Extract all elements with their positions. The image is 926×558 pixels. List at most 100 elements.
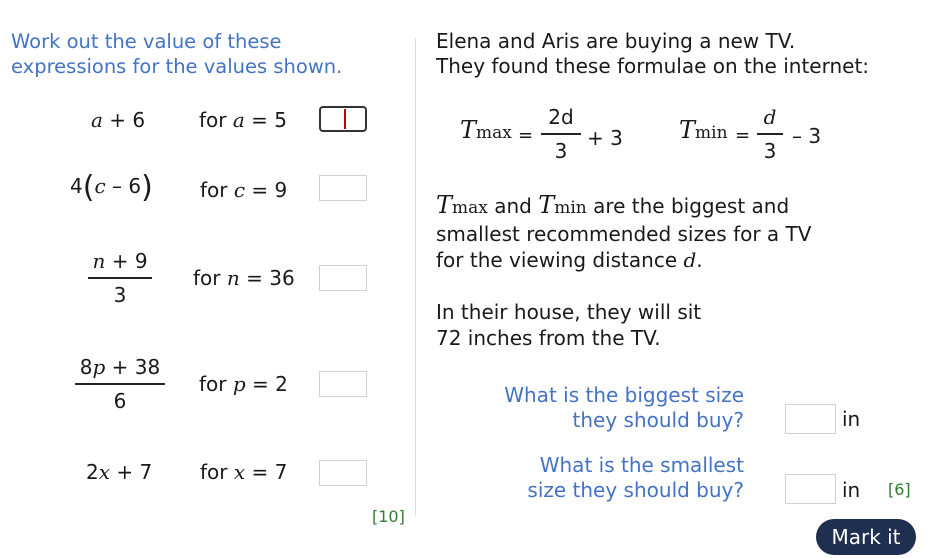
q5-expression: 2x + 7 xyxy=(86,460,152,484)
description: Tmax and Tmin are the biggest and smalle… xyxy=(436,192,811,273)
desc-line-3: for the viewing distance d. xyxy=(436,247,811,273)
house-line-2: 72 inches from the TV. xyxy=(436,326,661,350)
q1-condition: for a = 5 xyxy=(199,108,287,132)
tmax-sub: max xyxy=(476,123,512,143)
smallest-size-input[interactable] xyxy=(785,474,836,504)
q1-for: for xyxy=(199,108,233,132)
text-caret xyxy=(344,109,346,129)
left-marks: [10] xyxy=(372,507,405,526)
q2-minus: – 6 xyxy=(105,174,142,198)
tmin-numerator: d xyxy=(763,105,777,129)
right-intro: Elena and Aris are buying a new TV. They… xyxy=(436,29,869,79)
q2-expression: 4(c – 6) xyxy=(70,173,153,203)
q1-answer-input[interactable] xyxy=(319,106,367,132)
tmin-denominator: 3 xyxy=(763,138,777,163)
q5-coef: 2 xyxy=(86,460,99,484)
desc-and: and xyxy=(487,194,539,218)
biggest-size-input[interactable] xyxy=(785,404,836,434)
q3-num-rest: + 9 xyxy=(105,249,148,273)
q2-condition: for c = 9 xyxy=(200,178,287,202)
right-marks: [6] xyxy=(888,480,911,499)
question-smallest: What is the smallest size they should bu… xyxy=(440,453,744,503)
house-info: In their house, they will sit 72 inches … xyxy=(436,299,701,351)
house-line-1: In their house, they will sit xyxy=(436,300,702,324)
q5-condition: for x = 7 xyxy=(200,460,287,484)
q2-var: c xyxy=(94,174,106,198)
q3-cond-value: = 36 xyxy=(239,266,295,290)
q5-cond-value: = 7 xyxy=(245,460,288,484)
unit-inches-1: in xyxy=(842,407,861,431)
tmax-T: T xyxy=(460,116,477,144)
q5-cond-var: x xyxy=(233,460,246,484)
q1-cond-var: a xyxy=(232,108,245,132)
mark-it-button[interactable]: Mark it xyxy=(816,519,916,555)
q2-for: for xyxy=(200,178,234,202)
q5-for: for xyxy=(200,460,234,484)
q3-answer-input[interactable] xyxy=(319,265,367,291)
panel-divider xyxy=(415,38,416,516)
tmax-numerator: 2d xyxy=(548,105,574,129)
desc-rest-1: are the biggest and xyxy=(586,194,790,218)
question-smallest-line-1: What is the smallest xyxy=(539,453,744,477)
question-biggest-line-2: they should buy? xyxy=(572,408,744,432)
desc-line-3-post: . xyxy=(696,248,703,272)
q2-cond-var: c xyxy=(233,178,246,202)
desc-sub-max: max xyxy=(452,198,488,218)
q3-denominator: 3 xyxy=(113,282,127,307)
q3-cond-var: n xyxy=(226,266,240,290)
question-smallest-line-2: size they should buy? xyxy=(527,478,744,502)
question-biggest-line-1: What is the biggest size xyxy=(504,383,744,407)
desc-line-1: Tmax and Tmin are the biggest and xyxy=(436,192,811,221)
q4-num-rest: + 38 xyxy=(105,355,161,379)
q3-for: for xyxy=(193,266,227,290)
q5-rest: + 7 xyxy=(110,460,153,484)
q2-answer-input[interactable] xyxy=(319,175,367,201)
q4-denominator: 6 xyxy=(113,388,127,413)
q4-condition: for p = 2 xyxy=(199,372,288,396)
q5-var: x xyxy=(98,460,111,484)
q4-cond-var: p xyxy=(232,372,246,396)
tmax-equals: = xyxy=(518,125,534,146)
q2-cond-value: = 9 xyxy=(245,178,288,202)
tmax-rest: + 3 xyxy=(587,126,623,150)
formula-tmin-lhs: Tmin xyxy=(679,116,728,144)
q4-num-coef: 8 xyxy=(79,355,93,379)
desc-line-3-pre: for the viewing distance xyxy=(436,248,684,272)
unit-inches-2: in xyxy=(842,478,861,502)
instruction-line-2: expressions for the values shown. xyxy=(11,55,343,78)
left-instruction: Work out the value of these expressions … xyxy=(11,29,342,79)
q4-for: for xyxy=(199,372,233,396)
instruction-line-1: Work out the value of these xyxy=(11,30,282,53)
q5-answer-input[interactable] xyxy=(319,460,367,486)
q3-fraction-bar xyxy=(88,277,152,279)
q2-coef: 4 xyxy=(70,174,83,198)
q4-answer-input[interactable] xyxy=(319,371,367,397)
formula-tmax-lhs: Tmax xyxy=(460,116,512,144)
desc-line-2: smallest recommended sizes for a TV xyxy=(436,222,812,246)
tmin-T: T xyxy=(679,116,696,144)
q3-num-var: n xyxy=(92,249,106,273)
q4-num-var: p xyxy=(92,355,106,379)
tmin-equals: = xyxy=(735,125,751,146)
question-biggest: What is the biggest size they should buy… xyxy=(440,383,744,433)
q4-fraction: 8p + 38 6 xyxy=(75,355,165,413)
q3-numerator: n + 9 xyxy=(88,249,152,273)
q2-lparen: ( xyxy=(82,170,95,205)
q4-cond-value: = 2 xyxy=(245,372,288,396)
q3-condition: for n = 36 xyxy=(193,266,295,290)
intro-line-1: Elena and Aris are buying a new TV. xyxy=(436,29,796,53)
tmin-fraction-bar xyxy=(757,133,783,135)
tmin-sub: min xyxy=(695,123,728,143)
q1-var: a xyxy=(91,108,103,132)
intro-line-2: They found these formulae on the interne… xyxy=(436,54,870,78)
q4-numerator: 8p + 38 xyxy=(75,355,165,379)
desc-sub-min: min xyxy=(554,198,587,218)
tmax-fraction-bar xyxy=(541,133,581,135)
q4-fraction-bar xyxy=(75,383,165,385)
desc-line-3-var: d xyxy=(683,248,697,272)
tmax-fraction: 2d 3 xyxy=(541,105,581,163)
q3-fraction: n + 9 3 xyxy=(88,249,152,307)
q2-rparen: ) xyxy=(141,170,153,205)
q1-rest: + 6 xyxy=(102,108,146,132)
tmin-fraction: d 3 xyxy=(757,105,783,163)
